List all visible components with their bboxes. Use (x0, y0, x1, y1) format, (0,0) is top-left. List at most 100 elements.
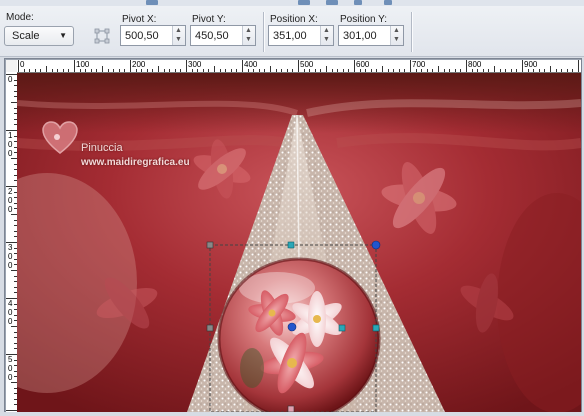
ruler-tick (348, 69, 350, 72)
ruler-tick (376, 69, 378, 72)
position-y-field[interactable]: 301,00 ▲ ▼ (338, 25, 404, 46)
ruler-tick (426, 69, 428, 72)
ruler-label: 0 (8, 149, 13, 158)
ruler-label: 0 (8, 75, 13, 84)
ruler-tick (510, 69, 512, 72)
mode-label: Mode: (6, 12, 34, 23)
ruler-tick (90, 69, 92, 72)
artwork (17, 73, 581, 412)
spin-down-icon[interactable]: ▼ (393, 36, 400, 43)
ruler-label: 400 (244, 60, 258, 69)
toolbar-icon[interactable] (354, 0, 362, 5)
ruler-label: 0 (8, 252, 13, 261)
ruler-tick (449, 69, 451, 72)
ruler-tick (57, 69, 59, 72)
position-y-stepper[interactable]: ▲ ▼ (390, 26, 403, 45)
toolbar-icon[interactable] (146, 0, 158, 5)
ruler-tick (214, 66, 215, 72)
spin-down-icon[interactable]: ▼ (245, 36, 252, 43)
ruler-tick (320, 69, 322, 72)
mode-value: Scale (12, 30, 40, 42)
ruler-tick (23, 69, 25, 72)
ruler-tick (141, 69, 143, 72)
ruler-tick (404, 69, 406, 72)
ruler-label: 800 (468, 60, 482, 69)
ruler-tick (421, 69, 423, 72)
ruler-tick (477, 69, 479, 72)
ruler-tick (398, 69, 400, 72)
ruler-tick (516, 69, 518, 72)
spin-up-icon[interactable]: ▲ (245, 27, 252, 34)
ruler-tick (578, 60, 579, 72)
ruler-tick (130, 60, 131, 72)
ruler-tick (85, 69, 87, 72)
pivot-y-value: 450,50 (195, 30, 229, 42)
spin-up-icon[interactable]: ▲ (393, 27, 400, 34)
ruler-tick (466, 60, 467, 72)
ruler-tick (533, 69, 535, 72)
ruler-tick (29, 69, 31, 72)
ruler-label: 700 (412, 60, 426, 69)
toolbar-icon[interactable] (298, 0, 310, 5)
position-x-field[interactable]: 351,00 ▲ ▼ (268, 25, 334, 46)
toolbar-icon[interactable] (384, 0, 392, 5)
ruler-tick (191, 69, 193, 72)
spin-down-icon[interactable]: ▼ (323, 36, 330, 43)
position-x-stepper[interactable]: ▲ ▼ (320, 26, 333, 45)
pivot-x-field[interactable]: 500,50 ▲ ▼ (120, 25, 186, 46)
ruler-label: 600 (356, 60, 370, 69)
toolbar-separator (263, 12, 264, 52)
ruler-tick (314, 69, 316, 72)
ruler-tick (387, 69, 389, 72)
ruler-tick (158, 66, 159, 72)
ruler-tick (370, 69, 372, 72)
ruler-tick (354, 60, 355, 72)
pivot-y-stepper[interactable]: ▲ ▼ (242, 26, 255, 45)
horizontal-ruler[interactable]: 0 100 200 300 400 500 600 700 800 900 (17, 60, 581, 73)
ruler-tick (270, 66, 271, 72)
spin-up-icon[interactable]: ▲ (323, 27, 330, 34)
canvas-window: 0 100 200 300 400 500 600 700 800 900 01002003004… (4, 58, 582, 412)
ruler-label: 1 (8, 131, 13, 140)
ruler-tick (202, 69, 204, 72)
watermark-name: Pinuccia (81, 142, 123, 154)
mode-dropdown[interactable]: Scale ▼ (4, 26, 74, 46)
ruler-label: 0 (8, 317, 13, 326)
ruler-tick (258, 69, 260, 72)
ruler-tick (6, 410, 17, 411)
ruler-tick (488, 69, 490, 72)
pivot-reset-icon[interactable] (94, 28, 110, 44)
toolbar-icon[interactable] (326, 0, 338, 5)
ruler-tick (382, 66, 383, 72)
ruler-tick (292, 69, 294, 72)
ruler-label: 0 (8, 373, 13, 382)
pivot-y-field[interactable]: 450,50 ▲ ▼ (190, 25, 256, 46)
ruler-tick (68, 69, 70, 72)
ruler-tick (544, 69, 546, 72)
canvas-image[interactable]: Pinuccia www.maidiregrafica.eu (17, 73, 581, 412)
spin-down-icon[interactable]: ▼ (175, 36, 182, 43)
ruler-tick (303, 69, 305, 72)
ruler-tick (253, 69, 255, 72)
ruler-tick (40, 69, 42, 72)
spin-up-icon[interactable]: ▲ (175, 27, 182, 34)
pivot-x-value: 500,50 (125, 30, 159, 42)
ruler-tick (527, 69, 529, 72)
ruler-tick (572, 69, 574, 72)
ruler-tick (561, 69, 563, 72)
chevron-down-icon: ▼ (59, 31, 67, 40)
pivot-x-label: Pivot X: (122, 14, 157, 25)
ruler-tick (225, 69, 227, 72)
ruler-tick (505, 69, 507, 72)
ruler-tick (96, 69, 98, 72)
ruler-tick (186, 60, 187, 72)
ruler-tick (298, 60, 299, 72)
ruler-tick (326, 66, 327, 72)
ruler-label: 0 (8, 205, 13, 214)
ruler-label: 5 (8, 355, 13, 364)
ruler-tick (471, 69, 473, 72)
ruler-tick (443, 69, 445, 72)
ruler-label: 3 (8, 243, 13, 252)
ruler-tick (46, 66, 47, 72)
pivot-x-stepper[interactable]: ▲ ▼ (172, 26, 185, 45)
